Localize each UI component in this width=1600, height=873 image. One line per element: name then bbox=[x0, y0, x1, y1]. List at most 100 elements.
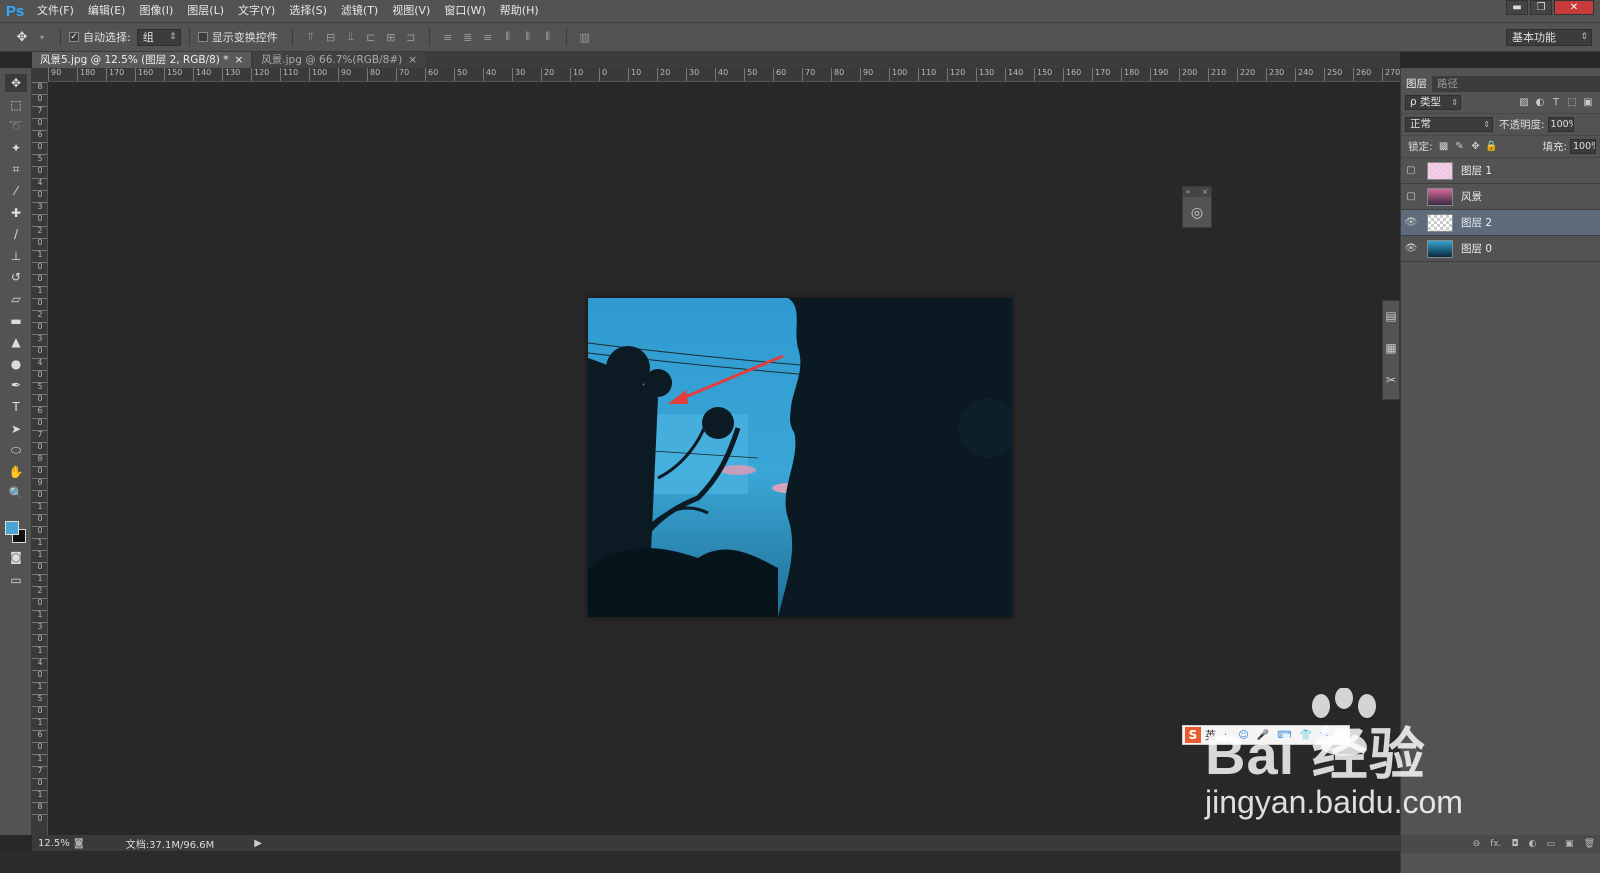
trash-icon[interactable]: 🗑 bbox=[1584, 839, 1595, 849]
minimize-button[interactable]: ▬ bbox=[1506, 0, 1528, 15]
tab-layers[interactable]: 图层 bbox=[1401, 76, 1432, 92]
layer-name[interactable]: 风景 bbox=[1461, 189, 1482, 204]
zoom-tool-icon[interactable]: 🔍 bbox=[5, 484, 27, 502]
ime-skin-icon[interactable]: 👕 bbox=[1300, 730, 1312, 741]
properties-icon[interactable]: ◎ bbox=[1183, 197, 1211, 228]
ime-language-label[interactable]: 英 bbox=[1205, 727, 1216, 743]
layer-row[interactable]: 👁 图层 2 bbox=[1401, 210, 1600, 236]
blur-tool-icon[interactable]: ▲ bbox=[5, 333, 27, 351]
align-vcenter-icon[interactable]: ⊟ bbox=[324, 30, 338, 44]
zoom-readout[interactable]: 12.5% bbox=[32, 838, 70, 849]
menu-image[interactable]: 图像(I) bbox=[132, 0, 180, 22]
distribute-left-icon[interactable]: ⦀ bbox=[501, 30, 515, 44]
hand-tool-icon[interactable]: ✋ bbox=[5, 463, 27, 481]
align-hcenter-icon[interactable]: ⊞ bbox=[384, 30, 398, 44]
chevron-down-icon[interactable]: ▾ bbox=[35, 30, 49, 44]
lock-position-icon[interactable]: ✥ bbox=[1468, 141, 1484, 152]
floating-properties-panel[interactable]: » × ◎ bbox=[1182, 186, 1212, 228]
quick-mask-icon[interactable]: ◙ bbox=[5, 548, 27, 566]
show-transform-checkbox[interactable] bbox=[197, 32, 208, 42]
ime-punctuation-icon[interactable]: ·, bbox=[1224, 730, 1230, 741]
close-button[interactable]: ✕ bbox=[1554, 0, 1594, 15]
auto-select-checkbox[interactable]: ✓ bbox=[69, 32, 79, 42]
document-image[interactable] bbox=[588, 298, 1012, 617]
distribute-vcenter-icon[interactable]: ≣ bbox=[461, 30, 475, 44]
layer-name[interactable]: 图层 2 bbox=[1461, 215, 1492, 230]
foreground-color-swatch[interactable] bbox=[5, 521, 19, 535]
lock-all-icon[interactable]: 🔒 bbox=[1484, 141, 1500, 152]
filter-shape-icon[interactable]: ⬚ bbox=[1564, 97, 1580, 108]
opacity-input[interactable]: 100% bbox=[1547, 117, 1574, 132]
healing-brush-tool-icon[interactable]: ✚ bbox=[5, 204, 27, 222]
auto-select-target-dropdown[interactable]: 组 bbox=[136, 28, 181, 46]
move-tool-icon[interactable]: ✥ bbox=[5, 74, 27, 92]
path-selection-tool-icon[interactable]: ➤ bbox=[5, 420, 27, 438]
layer-name[interactable]: 图层 0 bbox=[1461, 241, 1492, 256]
layer-row[interactable]: ▢ 风景 bbox=[1401, 184, 1600, 210]
tab-document-2[interactable]: 风景.jpg @ 66.7%(RGB/8#) × bbox=[253, 52, 426, 68]
gradient-tool-icon[interactable]: ▬ bbox=[5, 312, 27, 330]
layer-filter-dropdown[interactable]: ρ 类型 bbox=[1405, 95, 1461, 110]
menu-file[interactable]: 文件(F) bbox=[30, 0, 81, 22]
fill-input[interactable]: 100% bbox=[1570, 139, 1596, 154]
restore-button[interactable]: ❐ bbox=[1530, 0, 1552, 15]
distribute-right-icon[interactable]: ⦀ bbox=[541, 30, 555, 44]
distribute-top-icon[interactable]: ≡ bbox=[441, 30, 455, 44]
menu-select[interactable]: 选择(S) bbox=[282, 0, 334, 22]
menu-window[interactable]: 窗口(W) bbox=[437, 0, 492, 22]
marquee-tool-icon[interactable]: ⬚ bbox=[5, 96, 27, 114]
horizontal-ruler[interactable]: 90 180 170 160 150 140 130 120 110 100 90 80 70 60 50 4… bbox=[48, 68, 1400, 82]
ime-toolbar[interactable]: S 英 ·, ☺ 🎤 ⌨ 👕 ✂ bbox=[1182, 725, 1350, 745]
align-left-icon[interactable]: ⊏ bbox=[364, 30, 378, 44]
status-menu-arrow-icon[interactable]: ▶ bbox=[254, 838, 262, 849]
layer-row[interactable]: ▢ 图层 1 bbox=[1401, 158, 1600, 184]
align-bottom-icon[interactable]: ⫫ bbox=[344, 30, 358, 44]
eraser-tool-icon[interactable]: ▱ bbox=[5, 290, 27, 308]
tab-close-icon[interactable]: × bbox=[234, 54, 243, 66]
lock-pixels-icon[interactable]: ✎ bbox=[1452, 141, 1468, 152]
align-top-icon[interactable]: ⫪ bbox=[304, 30, 318, 44]
workspace-dropdown[interactable]: 基本功能 bbox=[1506, 29, 1592, 46]
tab-document-1[interactable]: 风景5.jpg @ 12.5% (图层 2, RGB/8) * × bbox=[32, 52, 252, 68]
actions-panel-icon[interactable]: ▦ bbox=[1383, 341, 1399, 365]
close-icon[interactable]: × bbox=[1202, 187, 1208, 197]
clone-stamp-tool-icon[interactable]: ⊥ bbox=[5, 247, 27, 265]
tab-paths[interactable]: 路径 bbox=[1432, 76, 1463, 92]
dodge-tool-icon[interactable]: ● bbox=[5, 355, 27, 373]
menu-help[interactable]: 帮助(H) bbox=[493, 0, 546, 22]
tool-presets-icon[interactable]: ✂ bbox=[1383, 373, 1399, 397]
new-layer-icon[interactable]: ▣ bbox=[1565, 839, 1574, 849]
type-tool-icon[interactable]: T bbox=[5, 398, 27, 416]
layer-name[interactable]: 图层 1 bbox=[1461, 163, 1492, 178]
auto-align-icon[interactable]: ▥ bbox=[578, 30, 592, 44]
visibility-toggle-empty[interactable]: ▢ bbox=[1401, 165, 1421, 176]
expand-icon[interactable]: » bbox=[1186, 187, 1190, 197]
ime-emoji-icon[interactable]: ☺ bbox=[1238, 730, 1248, 741]
filter-smart-object-icon[interactable]: ▣ bbox=[1580, 97, 1596, 108]
vertical-ruler[interactable]: 8 0 7 0 6 0 5 0 4 0 3 0 2 0 1 0 0 1 0 2 0 3 0 4 0 5 0 6 0 7 0 8 0 9 0 1 0 0 1 1… bbox=[32, 82, 48, 835]
align-right-icon[interactable]: ⊐ bbox=[404, 30, 418, 44]
eye-icon[interactable]: 👁 bbox=[1401, 217, 1421, 228]
eye-icon[interactable]: 👁 bbox=[1401, 243, 1421, 254]
history-brush-tool-icon[interactable]: ↺ bbox=[5, 268, 27, 286]
folder-icon[interactable]: ▭ bbox=[1547, 839, 1556, 849]
adjustment-icon[interactable]: ◐ bbox=[1529, 839, 1537, 849]
visibility-toggle-empty[interactable]: ▢ bbox=[1401, 191, 1421, 202]
shape-tool-icon[interactable]: ⬭ bbox=[5, 441, 27, 459]
pen-tool-icon[interactable]: ✒ bbox=[5, 376, 27, 394]
tab-close-icon[interactable]: × bbox=[408, 54, 417, 66]
move-tool-preset-icon[interactable]: ✥ bbox=[15, 30, 29, 45]
ime-voice-icon[interactable]: 🎤 bbox=[1257, 730, 1269, 741]
menu-type[interactable]: 文字(Y) bbox=[231, 0, 282, 22]
crop-tool-icon[interactable]: ⌗ bbox=[5, 160, 27, 178]
lasso-tool-icon[interactable]: ➰ bbox=[5, 117, 27, 135]
fx-icon[interactable]: fx. bbox=[1490, 839, 1501, 849]
menu-view[interactable]: 视图(V) bbox=[385, 0, 437, 22]
magic-wand-tool-icon[interactable]: ✦ bbox=[5, 139, 27, 157]
menu-layer[interactable]: 图层(L) bbox=[180, 0, 231, 22]
menu-filter[interactable]: 滤镜(T) bbox=[334, 0, 385, 22]
brush-tool-icon[interactable]: ∕ bbox=[5, 225, 27, 243]
filter-type-icon[interactable]: T bbox=[1548, 97, 1564, 108]
distribute-bottom-icon[interactable]: ≡ bbox=[481, 30, 495, 44]
screen-mode-icon[interactable]: ▭ bbox=[5, 571, 27, 589]
